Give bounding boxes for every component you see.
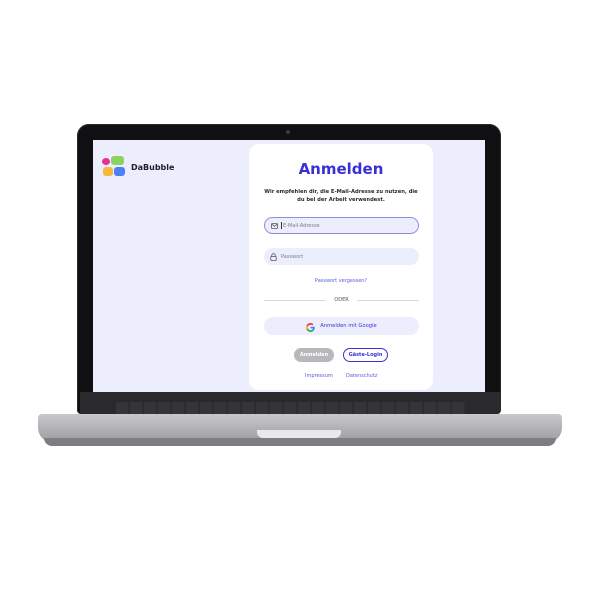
google-icon xyxy=(306,317,316,336)
email-field[interactable]: E-Mail-Adresse xyxy=(264,217,419,234)
email-placeholder: E-Mail-Adresse xyxy=(283,222,320,229)
forgot-password-link[interactable]: Passwort vergessen? xyxy=(249,278,433,284)
login-card: Anmelden Wir empfehlen dir, die E-Mail-A… xyxy=(249,144,433,390)
google-button-label: Anmelden mit Google xyxy=(320,323,377,329)
app-logo: DaBubble xyxy=(102,156,174,178)
password-placeholder: Passwort xyxy=(281,253,304,260)
laptop-opening-notch xyxy=(257,430,341,438)
webcam xyxy=(286,130,290,134)
imprint-link[interactable]: Impressum xyxy=(305,373,333,379)
laptop-base-lip xyxy=(44,438,556,446)
mail-icon xyxy=(271,222,278,229)
dabubble-logo-icon xyxy=(102,156,126,178)
or-divider: ODER xyxy=(264,297,419,304)
guest-login-button[interactable]: Gäste-Login xyxy=(343,348,388,362)
page-title: Anmelden xyxy=(298,160,384,178)
password-field[interactable]: Passwort xyxy=(264,248,419,265)
laptop-keyboard xyxy=(116,402,466,414)
lock-icon xyxy=(270,252,277,261)
privacy-link[interactable]: Datenschutz xyxy=(346,373,377,379)
brand-name: DaBubble xyxy=(131,162,175,172)
login-button[interactable]: Anmelden xyxy=(294,348,334,362)
login-subtitle: Wir empfehlen dir, die E-Mail-Adresse zu… xyxy=(264,189,418,203)
text-caret xyxy=(281,222,282,229)
google-login-button[interactable]: Anmelden mit Google xyxy=(264,317,419,335)
